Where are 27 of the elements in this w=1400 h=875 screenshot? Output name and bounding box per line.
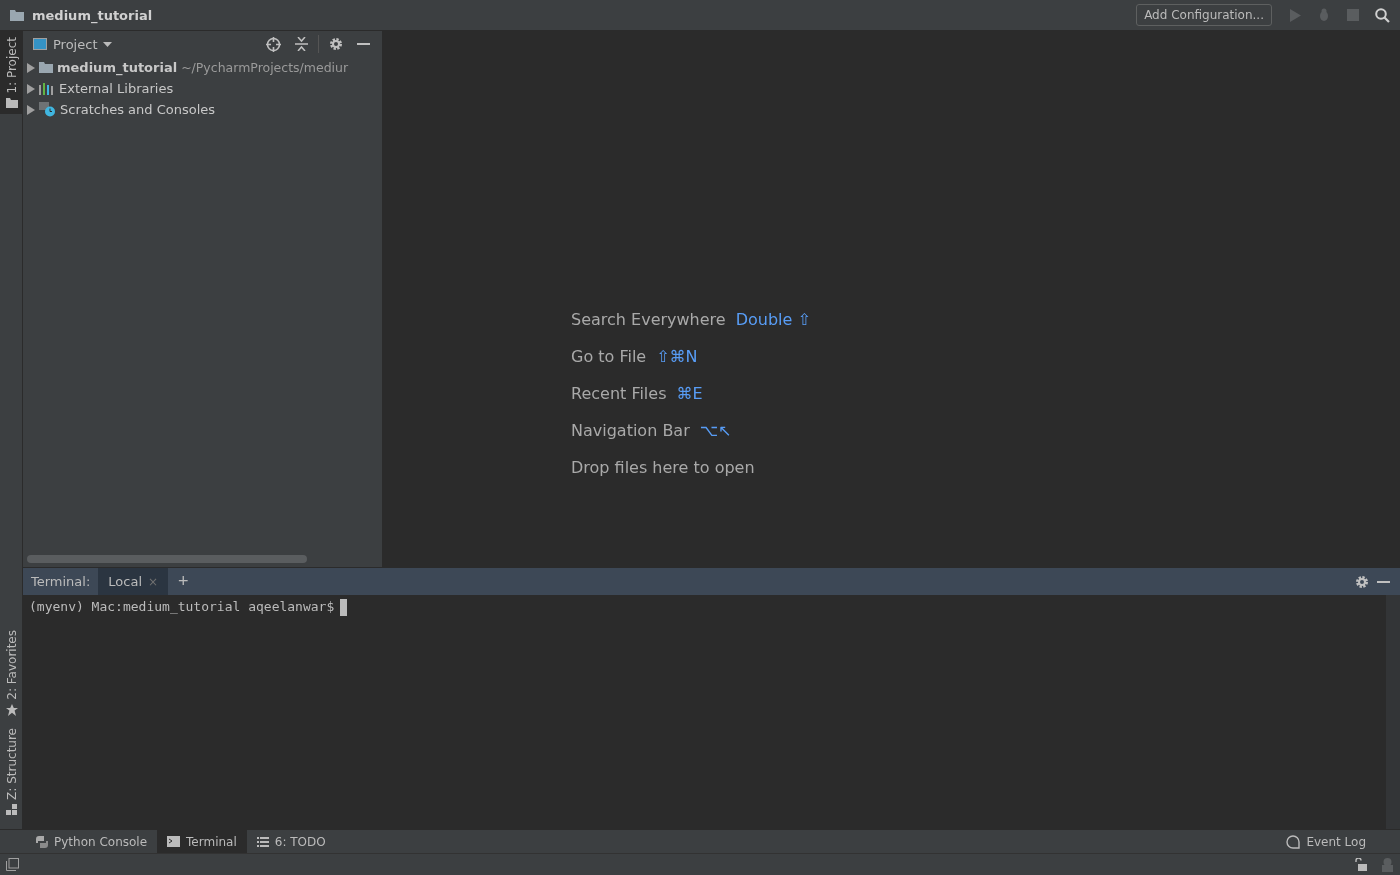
event-log-button[interactable]: Event Log xyxy=(1276,830,1376,853)
shortcut-hint: Double ⇧ xyxy=(735,310,811,329)
tool-window-tab[interactable]: Terminal xyxy=(157,830,247,853)
tool-window-tab[interactable]: Z: Structure xyxy=(0,722,23,821)
shortcut-hint: ⌥↖ xyxy=(699,421,732,440)
tree-item-label[interactable]: medium_tutorial xyxy=(57,60,178,75)
terminal-prompt: (myenv) Mac:medium_tutorial aqeelanwar$ xyxy=(29,599,335,614)
tool-window-tab[interactable]: 2: Favorites xyxy=(0,624,23,723)
project-path: ~/PycharmProjects/mediur xyxy=(181,60,349,75)
new-tab-button[interactable]: + xyxy=(168,571,199,592)
hint-label: Search Everywhere xyxy=(571,310,726,329)
shortcut-hint: ⌘E xyxy=(676,384,703,403)
tree-item-label[interactable]: External Libraries xyxy=(59,81,174,96)
project-view-dropdown[interactable]: Project xyxy=(33,36,256,52)
session-tab[interactable]: Local × xyxy=(98,568,169,595)
hint-label: Navigation Bar xyxy=(571,421,690,440)
hint-label: Drop files here to open xyxy=(571,458,755,477)
hint-label: Recent Files xyxy=(571,384,667,403)
terminal-label: Terminal: xyxy=(30,574,92,589)
add-configuration-button[interactable]: Add Configuration... xyxy=(1136,4,1272,26)
tool-window-tab[interactable]: Python Console xyxy=(26,830,158,853)
tool-window-tab[interactable]: 6: TODO xyxy=(246,830,336,853)
hint-label: Go to File xyxy=(571,347,647,366)
tree-item-label[interactable]: Scratches and Consoles xyxy=(60,102,216,117)
project-title: medium_tutorial xyxy=(32,7,154,23)
tool-window-tab[interactable]: 1: Project xyxy=(0,31,23,114)
shortcut-hint: ⇧⌘N xyxy=(656,347,698,366)
